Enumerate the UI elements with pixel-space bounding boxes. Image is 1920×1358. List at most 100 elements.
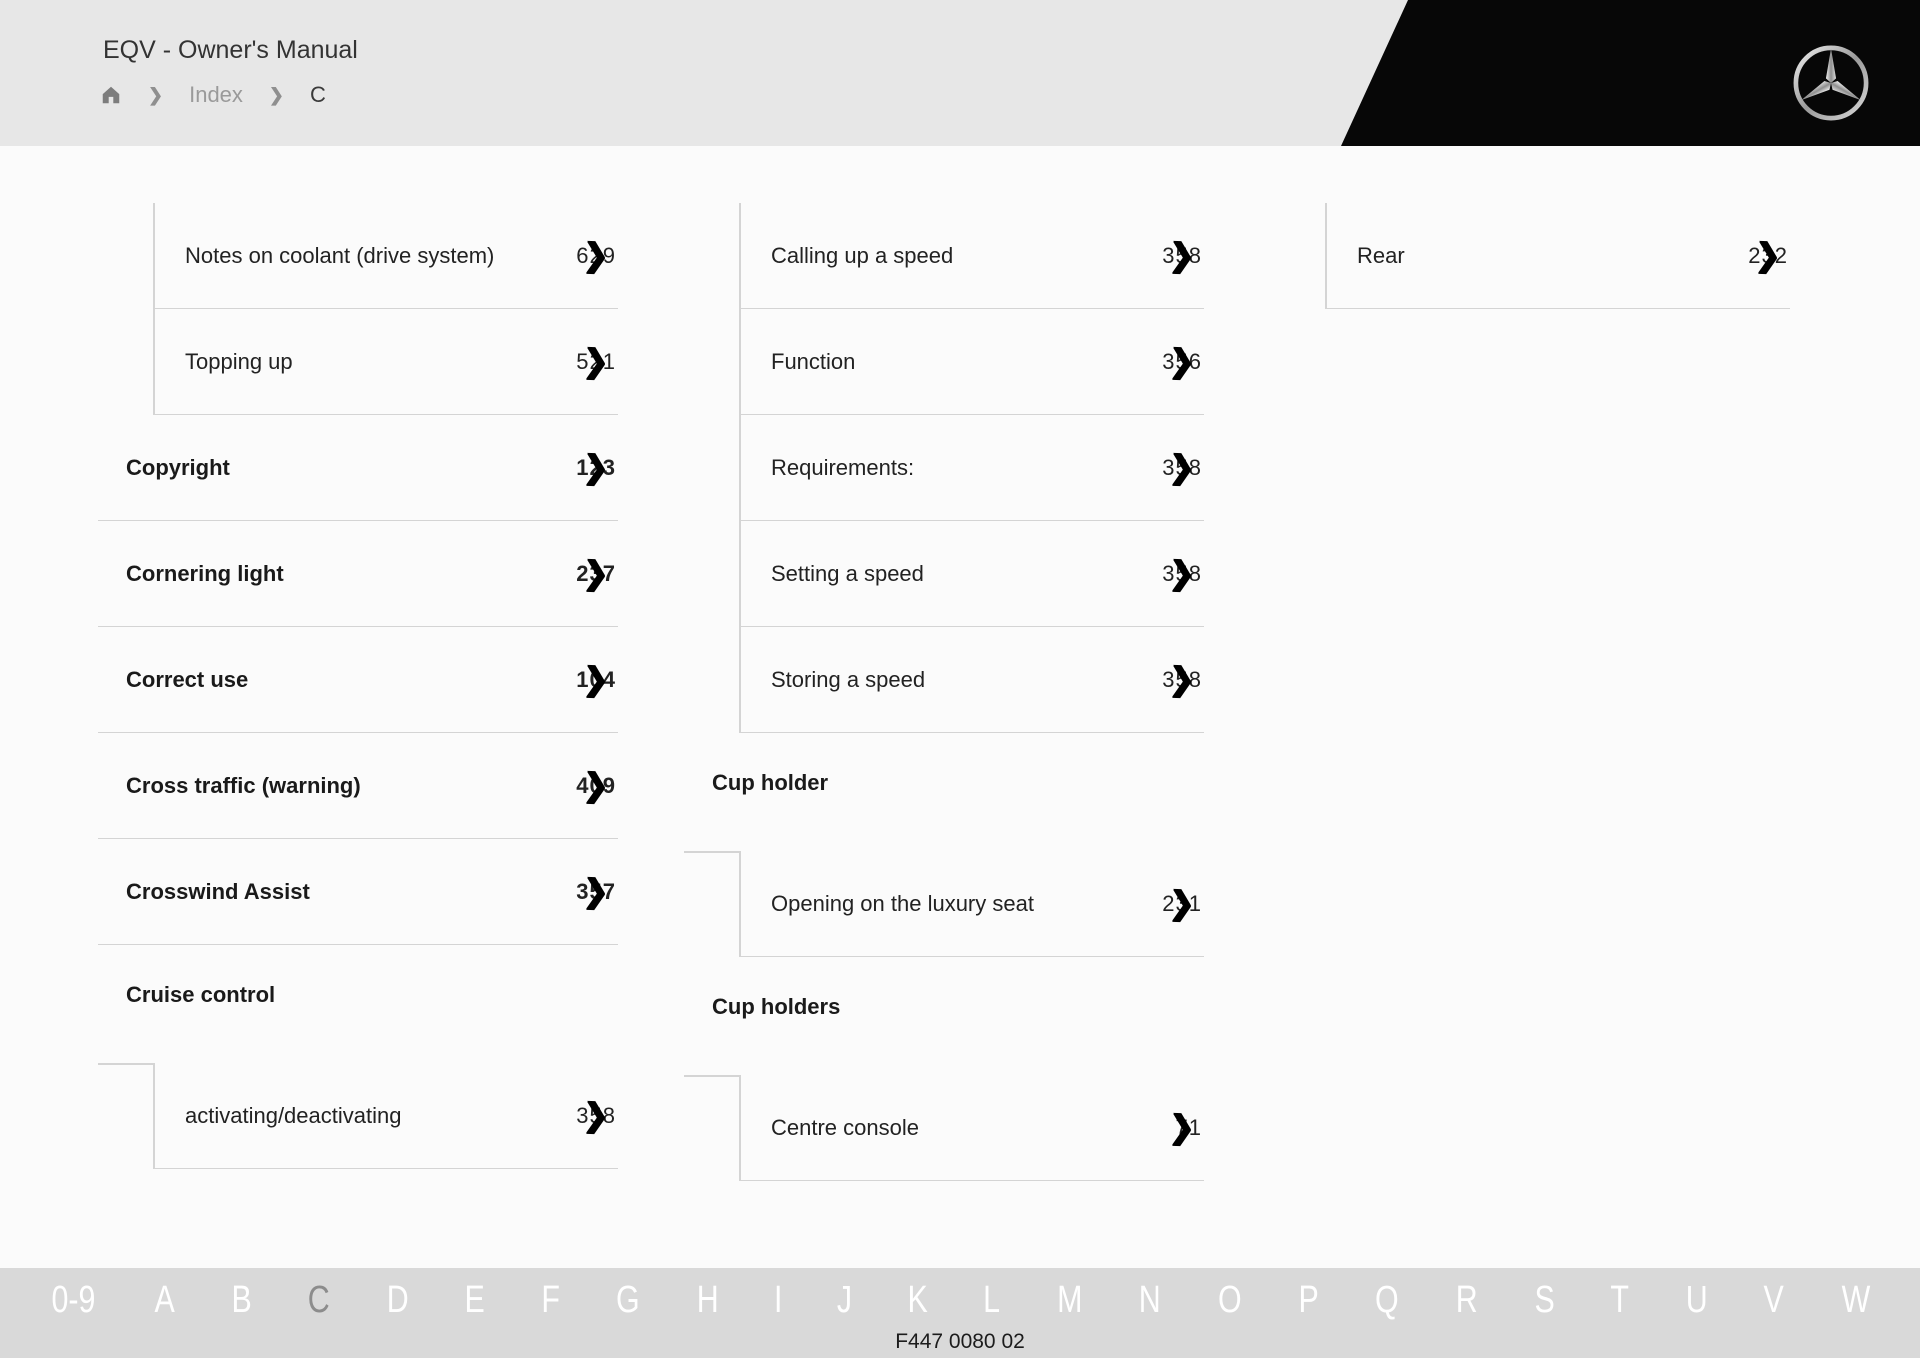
index-subgroup: Centre console 71 ❯ — [684, 1075, 1204, 1181]
alphabet-letter-v[interactable]: V — [1764, 1278, 1784, 1324]
alphabet-letter-p[interactable]: P — [1298, 1278, 1318, 1324]
index-entry[interactable]: Copyright 123 ❯ — [98, 415, 618, 521]
alphabet-letter-m[interactable]: M — [1057, 1278, 1082, 1324]
entry-label: Topping up — [185, 348, 293, 374]
index-entry[interactable]: activating/deactivating 358 ❯ — [155, 1063, 618, 1169]
alphabet-letter-h[interactable]: H — [697, 1278, 719, 1324]
index-column: Calling up a speed 358 ❯ Function 356 ❯ Requir… — [684, 203, 1204, 1181]
entry-label: Cruise control — [126, 982, 276, 1007]
page-number: 358 ❯ — [1146, 660, 1204, 696]
index-entry[interactable]: Storing a speed 358 ❯ — [741, 627, 1204, 733]
jump-arrow-icon: ❯ — [1168, 342, 1196, 379]
index-subgroup: Rear 232 ❯ — [1325, 203, 1790, 309]
entry-label: Requirements: — [771, 454, 915, 480]
page-title: EQV - Owner's Manual — [103, 36, 358, 64]
alphabet-letter-u[interactable]: U — [1686, 1278, 1708, 1324]
alphabet-letter-f[interactable]: F — [541, 1278, 560, 1324]
page-number: 357 ❯ — [560, 872, 618, 908]
index-entry[interactable]: Rear 232 ❯ — [1327, 203, 1790, 309]
page-number: 358 ❯ — [560, 1096, 618, 1132]
index-entry[interactable]: Cornering light 237 ❯ — [98, 521, 618, 627]
page-number: 232 ❯ — [1732, 236, 1790, 272]
alphabet-letter-l[interactable]: L — [983, 1278, 1000, 1324]
breadcrumb-index-link[interactable]: Index — [189, 82, 243, 108]
jump-arrow-icon: ❯ — [582, 448, 610, 485]
entry-label: Correct use — [126, 666, 249, 692]
alphabet-letter-q[interactable]: Q — [1375, 1278, 1399, 1324]
brand-wedge — [1341, 0, 1920, 146]
alphabet-letter-o[interactable]: O — [1218, 1278, 1242, 1324]
index-entry[interactable]: Crosswind Assist 357 ❯ — [98, 839, 618, 945]
alphabet-letter-c[interactable]: C — [308, 1278, 330, 1324]
entry-label: Centre console — [771, 1114, 919, 1140]
alphabet-letter-w[interactable]: W — [1842, 1278, 1871, 1324]
jump-arrow-icon: ❯ — [582, 766, 610, 803]
index-entry[interactable]: Centre console 71 ❯ — [741, 1075, 1204, 1181]
alphabet-letter-0-9[interactable]: 0-9 — [51, 1278, 95, 1324]
mercedes-star-icon — [1793, 45, 1869, 121]
alphabet-letter-k[interactable]: K — [907, 1278, 927, 1324]
index-entry[interactable]: Notes on coolant (drive system) 629 ❯ — [155, 203, 618, 309]
chevron-right-icon: ❯ — [148, 85, 164, 105]
index-subgroup: Calling up a speed 358 ❯ Function 356 ❯ Requir… — [739, 203, 1204, 733]
jump-arrow-icon: ❯ — [1168, 660, 1196, 697]
breadcrumb: ❯ Index ❯ C — [100, 82, 326, 108]
alphabet-letters: 0-9 A B C D E F G H I J K L M N O P Q R S T U V W — [0, 1268, 1920, 1324]
page-number: 104 ❯ — [560, 660, 618, 696]
alphabet-letter-i[interactable]: I — [774, 1278, 782, 1324]
alphabet-letter-n[interactable]: N — [1139, 1278, 1161, 1324]
page-number: 358 ❯ — [1146, 236, 1204, 272]
jump-arrow-icon: ❯ — [582, 554, 610, 591]
jump-arrow-icon: ❯ — [582, 1096, 610, 1133]
page-number: 521 ❯ — [560, 342, 618, 378]
alphabet-letter-g[interactable]: G — [616, 1278, 640, 1324]
jump-arrow-icon: ❯ — [1168, 884, 1196, 921]
jump-arrow-icon: ❯ — [1168, 448, 1196, 485]
jump-arrow-icon: ❯ — [582, 872, 610, 909]
index-heading: Cup holders — [684, 957, 1204, 1057]
alphabet-letter-b[interactable]: B — [231, 1278, 251, 1324]
index-entry[interactable]: Correct use 104 ❯ — [98, 627, 618, 733]
alphabet-letter-s[interactable]: S — [1534, 1278, 1554, 1324]
index-column: Rear 232 ❯ — [1270, 203, 1790, 309]
alphabet-letter-a[interactable]: A — [155, 1278, 175, 1324]
alphabet-letter-r[interactable]: R — [1456, 1278, 1478, 1324]
index-entry[interactable]: Function 356 ❯ — [741, 309, 1204, 415]
entry-label: Cross traffic (warning) — [126, 772, 361, 798]
alphabet-letter-e[interactable]: E — [465, 1278, 485, 1324]
entry-label: Notes on coolant (drive system) — [185, 242, 495, 268]
chevron-right-icon: ❯ — [268, 85, 285, 105]
jump-arrow-icon: ❯ — [582, 660, 610, 697]
home-icon[interactable] — [100, 84, 122, 106]
entry-label: Setting a speed — [771, 560, 924, 586]
entry-label: Copyright — [126, 454, 230, 480]
index-subgroup: Notes on coolant (drive system) 629 ❯ Toppi… — [153, 203, 618, 415]
page-number: 237 ❯ — [560, 554, 618, 590]
index-entry[interactable]: Topping up 521 ❯ — [155, 309, 618, 415]
index-entry[interactable]: Opening on the luxury seat 231 ❯ — [741, 851, 1204, 957]
index-column: Notes on coolant (drive system) 629 ❯ Toppi… — [98, 203, 618, 1169]
page-number: 231 ❯ — [1146, 884, 1204, 920]
jump-arrow-icon: ❯ — [582, 236, 610, 273]
alphabet-letter-t[interactable]: T — [1611, 1278, 1630, 1324]
index-subgroup: activating/deactivating 358 ❯ — [98, 1063, 618, 1169]
jump-arrow-icon: ❯ — [1168, 236, 1196, 273]
index-entry[interactable]: Requirements: 358 ❯ — [741, 415, 1204, 521]
index-entry[interactable]: Cross traffic (warning) 409 ❯ — [98, 733, 618, 839]
header-bar: EQV - Owner's Manual ❯ Index ❯ C — [0, 0, 1920, 146]
jump-arrow-icon: ❯ — [1168, 554, 1196, 591]
index-subgroup: Opening on the luxury seat 231 ❯ — [684, 851, 1204, 957]
page-number: 356 ❯ — [1146, 342, 1204, 378]
page-number: 409 ❯ — [560, 766, 618, 802]
jump-arrow-icon: ❯ — [1168, 1108, 1196, 1145]
index-entry[interactable]: Calling up a speed 358 ❯ — [741, 203, 1204, 309]
entry-label: Cup holders — [712, 994, 841, 1019]
alphabet-letter-j[interactable]: J — [836, 1278, 851, 1324]
index-entry[interactable]: Setting a speed 358 ❯ — [741, 521, 1204, 627]
index-heading: Cup holder — [684, 733, 1204, 833]
entry-label: activating/deactivating — [185, 1102, 402, 1128]
alphabet-letter-d[interactable]: D — [387, 1278, 409, 1324]
entry-label: Crosswind Assist — [126, 878, 310, 904]
page-number: 358 ❯ — [1146, 448, 1204, 484]
jump-arrow-icon: ❯ — [1754, 236, 1782, 273]
